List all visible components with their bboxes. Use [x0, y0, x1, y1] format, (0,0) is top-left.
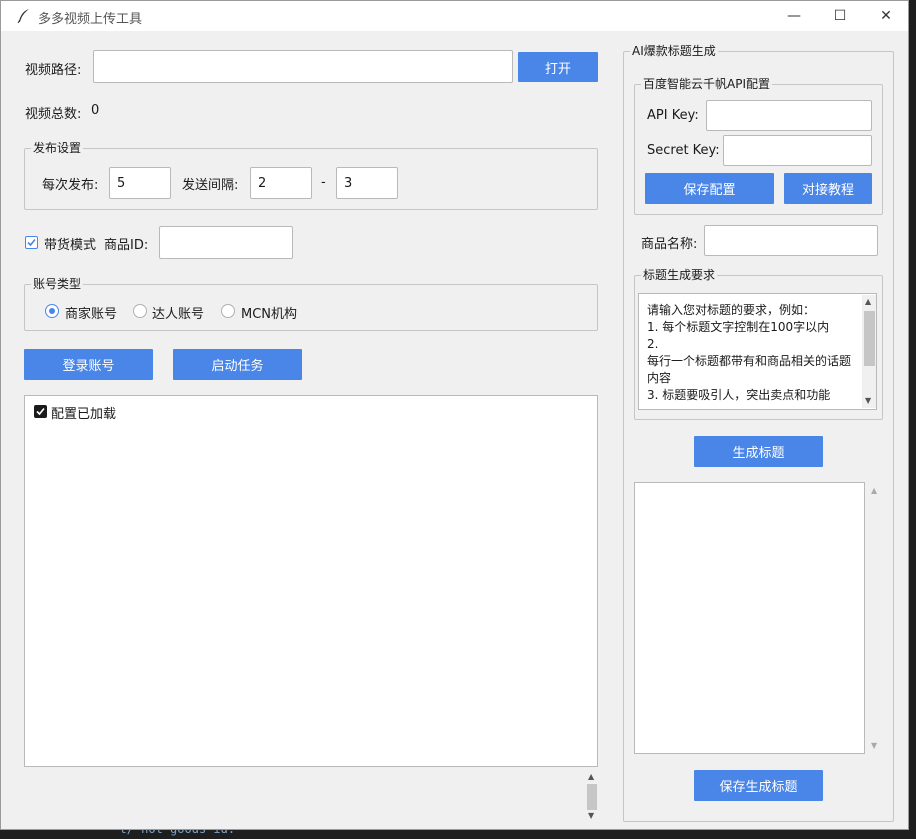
interval-min-input[interactable]: 2 — [250, 167, 312, 199]
save-generated-titles-button[interactable]: 保存生成标题 — [694, 770, 823, 801]
config-loaded-label: 配置已加载 — [51, 407, 117, 422]
requirement-line: 1. 每个标题文字控制在100字以内 — [647, 320, 830, 334]
log-area[interactable]: 配置已加载 — [24, 395, 598, 767]
radio-mcn-account[interactable] — [221, 304, 235, 318]
interval-min-value: 2 — [258, 175, 267, 191]
radio-mcn-label: MCN机构 — [241, 307, 298, 322]
requirement-scrollbar-thumb[interactable] — [864, 311, 875, 366]
requirement-line: 每行一个标题都带有和商品相关的话题 — [647, 354, 852, 368]
start-task-button[interactable]: 启动任务 — [173, 349, 302, 380]
minimize-icon: — — [787, 8, 801, 24]
tutorial-button[interactable]: 对接教程 — [784, 173, 872, 204]
feather-icon — [17, 9, 29, 24]
app-window: 多多视频上传工具 — ☐ ✕ 视频路径: 打开 视频总数: 0 发布设置 每次发… — [0, 0, 909, 830]
tutorial-label: 对接教程 — [801, 183, 854, 198]
requirement-line: 内容 — [647, 371, 672, 385]
api-key-input[interactable] — [706, 100, 872, 131]
close-button[interactable]: ✕ — [863, 1, 908, 31]
check-icon — [27, 238, 36, 247]
requirement-text: 请输入您对标题的要求，例如： 1. 每个标题文字控制在100字以内 2. 每行一… — [647, 302, 851, 404]
ai-panel-title: AI爆款标题生成 — [630, 43, 718, 59]
generate-title-label: 生成标题 — [732, 446, 785, 461]
maximize-icon: ☐ — [833, 8, 847, 24]
scroll-up-icon[interactable]: ▲ — [871, 486, 877, 496]
goods-id-input[interactable] — [159, 226, 293, 259]
generate-title-button[interactable]: 生成标题 — [694, 436, 823, 467]
maximize-button[interactable]: ☐ — [817, 1, 863, 31]
requirement-scrollbar[interactable]: ▲ ▼ — [862, 295, 876, 408]
scroll-up-icon[interactable]: ▲ — [588, 772, 594, 782]
radio-merchant-label: 商家账号 — [65, 307, 118, 322]
output-scrollbar[interactable]: ▲ ▼ — [867, 482, 882, 754]
radio-merchant-account[interactable] — [45, 304, 59, 318]
requirement-line: 2. — [647, 337, 659, 351]
goods-id-label: 商品ID: — [104, 238, 149, 253]
api-config-title: 百度智能云千帆API配置 — [641, 76, 772, 92]
open-button[interactable]: 打开 — [518, 52, 598, 82]
config-loaded-checkbox[interactable] — [34, 405, 47, 418]
login-button-label: 登录账号 — [62, 359, 115, 374]
radio-influencer-label: 达人账号 — [152, 307, 205, 322]
api-key-label: API Key: — [647, 108, 699, 123]
log-scrollbar[interactable]: ▲ ▼ — [586, 772, 598, 820]
secret-key-input[interactable] — [723, 135, 872, 166]
per-publish-input[interactable]: 5 — [109, 167, 171, 199]
log-scrollbar-thumb[interactable] — [587, 784, 597, 810]
video-total-label: 视频总数: — [25, 107, 82, 122]
requirement-textarea[interactable]: 请输入您对标题的要求，例如： 1. 每个标题文字控制在100字以内 2. 每行一… — [638, 293, 877, 410]
save-config-label: 保存配置 — [683, 183, 736, 198]
interval-separator: - — [321, 175, 326, 190]
save-config-button[interactable]: 保存配置 — [645, 173, 774, 204]
goods-mode-label: 带货模式 — [44, 238, 97, 253]
video-path-label: 视频路径: — [25, 63, 82, 78]
account-type-title: 账号类型 — [31, 276, 84, 292]
video-path-input[interactable] — [93, 50, 513, 83]
scroll-up-icon[interactable]: ▲ — [865, 297, 871, 307]
requirement-title: 标题生成要求 — [641, 267, 718, 283]
product-name-label: 商品名称: — [641, 237, 698, 252]
interval-max-input[interactable]: 3 — [336, 167, 398, 199]
radio-influencer-account[interactable] — [133, 304, 147, 318]
login-account-button[interactable]: 登录账号 — [24, 349, 153, 380]
scroll-down-icon[interactable]: ▼ — [865, 396, 871, 406]
window-title: 多多视频上传工具 — [38, 12, 143, 27]
save-generated-label: 保存生成标题 — [719, 780, 798, 795]
per-publish-label: 每次发布: — [42, 178, 99, 193]
requirement-line: 3. 标题要吸引人，突出卖点和功能 — [647, 388, 831, 402]
check-icon — [36, 407, 45, 416]
product-name-input[interactable] — [704, 225, 878, 256]
scroll-down-icon[interactable]: ▼ — [871, 741, 877, 751]
publish-settings-title: 发布设置 — [31, 140, 84, 156]
goods-mode-checkbox[interactable] — [25, 236, 38, 249]
open-button-label: 打开 — [544, 61, 571, 77]
scroll-down-icon[interactable]: ▼ — [588, 811, 594, 821]
interval-max-value: 3 — [344, 175, 353, 191]
interval-label: 发送间隔: — [182, 178, 239, 193]
secret-key-label: Secret Key: — [647, 143, 720, 158]
close-icon: ✕ — [880, 8, 892, 24]
requirement-line: 请输入您对标题的要求，例如： — [647, 303, 816, 317]
minimize-button[interactable]: — — [771, 1, 817, 31]
per-publish-value: 5 — [117, 175, 126, 191]
generated-titles-output[interactable] — [634, 482, 865, 754]
video-total-value: 0 — [91, 103, 100, 118]
title-bar: 多多视频上传工具 — ☐ ✕ — [1, 1, 908, 31]
start-button-label: 启动任务 — [211, 359, 264, 374]
